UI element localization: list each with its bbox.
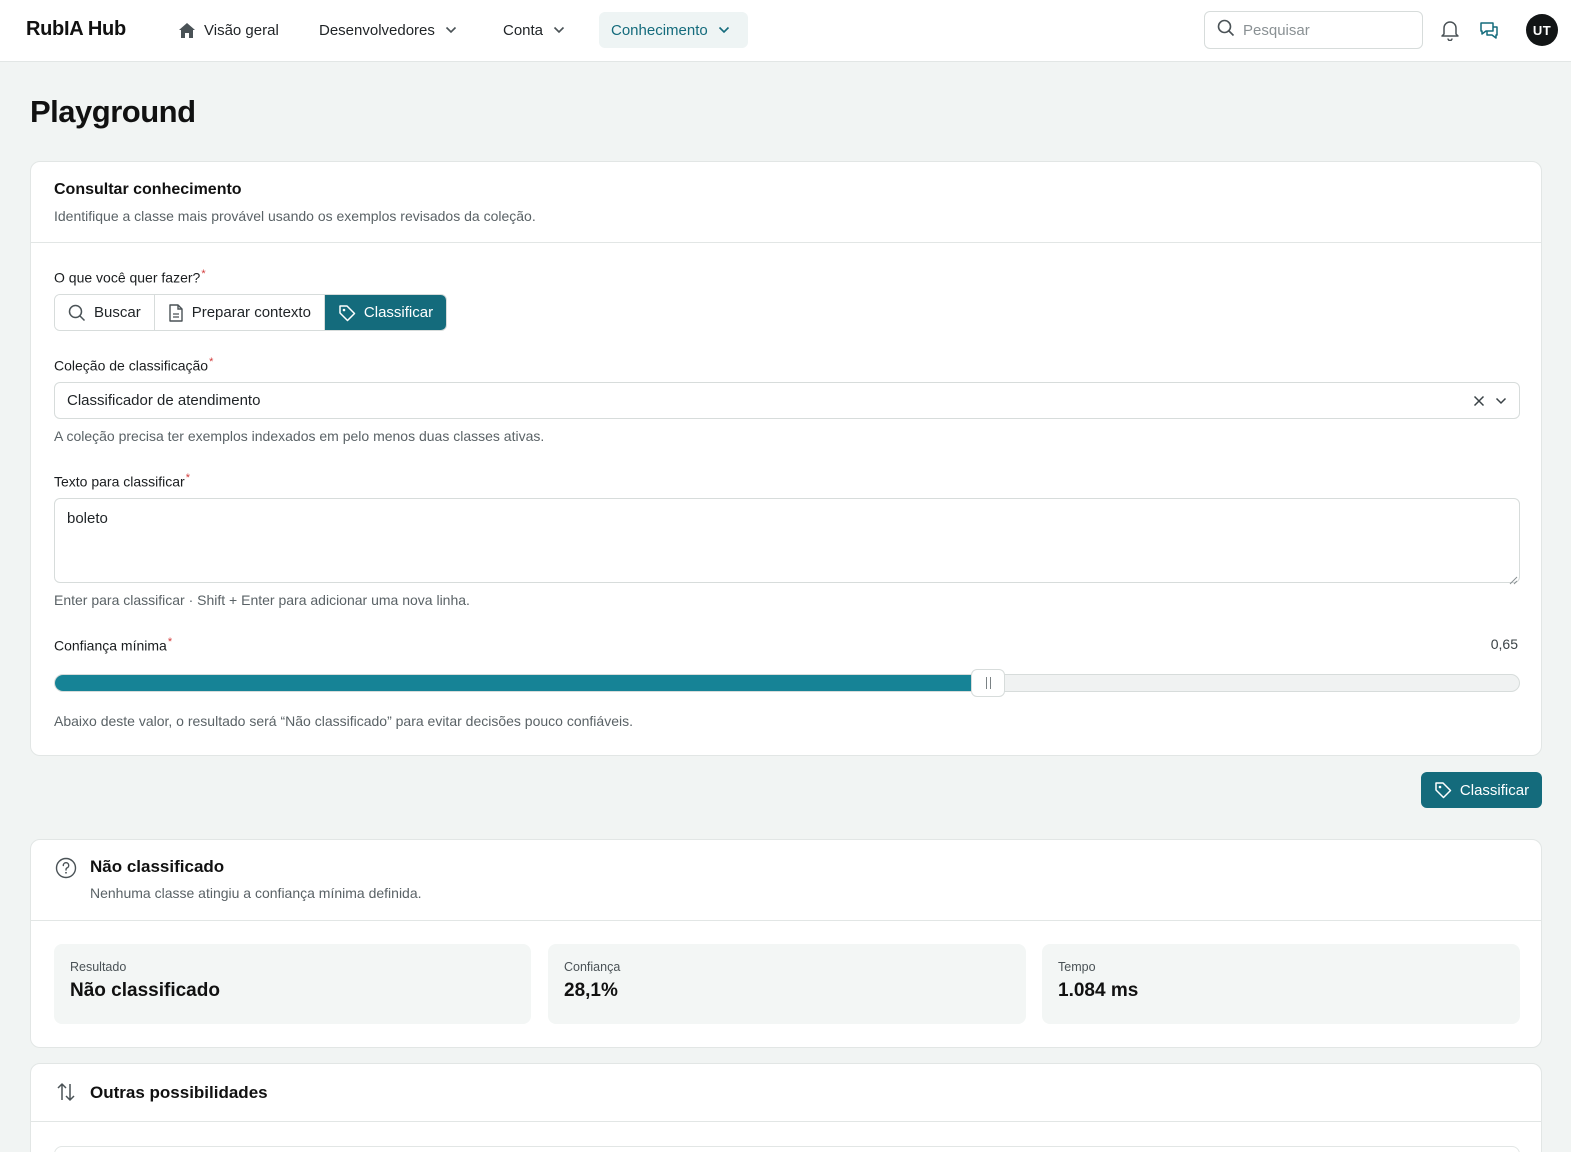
nav-item-knowledge-label: Conhecimento <box>611 21 708 39</box>
chat-icon[interactable] <box>1478 19 1500 41</box>
stat-label: Resultado <box>70 960 127 974</box>
bell-icon[interactable] <box>1440 19 1460 41</box>
classify-button-label: Classificar <box>1459 781 1530 799</box>
query-card: Consultar conhecimento Identifique a cla… <box>30 161 1542 756</box>
stat-value: 28,1% <box>564 980 618 1001</box>
chevron-down-icon <box>553 26 565 34</box>
page-title: Playground <box>30 94 196 129</box>
stat-value: Não classificado <box>70 980 220 1001</box>
tag-icon <box>339 304 356 321</box>
chevron-down-icon <box>445 26 457 34</box>
collection-label: Coleção de classificação* <box>54 356 213 374</box>
action-segmented-control: Buscar Preparar contexto Classificar <box>54 294 448 331</box>
collection-select-value: Classificador de atendimento <box>67 392 261 409</box>
text-hint: Enter para classificar · Shift + Enter p… <box>54 592 470 608</box>
card-title: Consultar conhecimento <box>54 181 242 198</box>
confidence-slider-handle[interactable] <box>971 669 1005 697</box>
action-option-classify[interactable]: Classificar <box>324 295 447 330</box>
required-mark: * <box>209 356 214 368</box>
action-label-text: O que você quer fazer? <box>54 269 201 286</box>
stat-label: Confiança <box>564 960 621 974</box>
sort-arrows-icon <box>55 1081 77 1108</box>
nav-item-overview-label: Visão geral <box>204 21 279 39</box>
confidence-slider-fill <box>55 675 988 691</box>
stat-result: Resultado Não classificado <box>54 944 531 1024</box>
resize-handle-icon[interactable] <box>1509 572 1518 590</box>
query-card-header: Consultar conhecimento Identifique a cla… <box>31 162 1541 243</box>
result-card-header: Não classificado Nenhuma classe atingiu … <box>31 840 1541 921</box>
required-mark: * <box>185 472 190 484</box>
other-possibilities-header: Outras possibilidades <box>31 1064 1541 1122</box>
collection-hint: A coleção precisa ter exemplos indexados… <box>54 428 545 444</box>
top-navigation-bar: RubIA Hub Visão geral Desenvolvedores Co… <box>0 0 1571 62</box>
nav-item-account-label: Conta <box>503 21 544 39</box>
classify-button[interactable]: Classificar <box>1421 772 1542 808</box>
result-title: Não classificado <box>90 857 225 876</box>
confidence-hint: Abaixo deste valor, o resultado será “Nã… <box>54 713 633 729</box>
action-option-label: Classificar <box>363 304 434 321</box>
chevron-down-icon <box>718 26 730 34</box>
avatar[interactable]: UT <box>1526 14 1558 46</box>
search-icon <box>68 304 86 321</box>
required-mark: * <box>201 268 206 280</box>
other-possibilities-title: Outras possibilidades <box>90 1083 268 1102</box>
stat-label: Tempo <box>1058 960 1096 974</box>
action-option-label: Preparar contexto <box>191 304 311 321</box>
confidence-value: 0,65 <box>1490 636 1518 652</box>
collection-label-text: Coleção de classificação <box>54 357 209 374</box>
confidence-label: Confiança mínima* <box>54 636 172 654</box>
result-subtitle: Nenhuma classe atingiu a confiança mínim… <box>90 885 422 901</box>
action-option-prepare-context[interactable]: Preparar contexto <box>154 295 325 330</box>
stat-confidence: Confiança 28,1% <box>548 944 1026 1024</box>
possibility-item <box>54 1146 1520 1152</box>
stat-value: 1.084 ms <box>1058 980 1139 1001</box>
document-icon <box>168 303 183 322</box>
action-option-search[interactable]: Buscar <box>55 295 155 330</box>
search-icon <box>1217 19 1235 42</box>
action-option-label: Buscar <box>94 304 141 321</box>
nav-item-account[interactable]: Conta <box>491 12 577 48</box>
text-label: Texto para classificar* <box>54 472 190 490</box>
text-label-text: Texto para classificar <box>54 473 185 490</box>
classify-text-input[interactable] <box>54 498 1520 583</box>
nav-item-overview[interactable]: Visão geral <box>166 12 291 48</box>
home-icon <box>178 22 196 39</box>
help-circle-icon <box>55 857 77 884</box>
confidence-label-text: Confiança mínima <box>54 637 167 654</box>
confidence-slider[interactable] <box>54 669 1520 697</box>
stat-time: Tempo 1.084 ms <box>1042 944 1520 1024</box>
required-mark: * <box>167 636 173 648</box>
search-input[interactable] <box>1243 21 1403 39</box>
collection-select[interactable]: Classificador de atendimento <box>54 382 1520 419</box>
chevron-down-icon[interactable] <box>1495 394 1507 411</box>
card-subtitle: Identifique a classe mais provável usand… <box>54 208 536 224</box>
action-label: O que você quer fazer?* <box>54 268 206 286</box>
other-possibilities-card: Outras possibilidades <box>30 1063 1542 1152</box>
search-box[interactable] <box>1204 11 1423 49</box>
result-card: Não classificado Nenhuma classe atingiu … <box>30 839 1542 1048</box>
nav-item-knowledge[interactable]: Conhecimento <box>599 12 748 48</box>
nav-item-developers-label: Desenvolvedores <box>319 21 435 39</box>
brand-logo[interactable]: RubIA Hub <box>26 18 126 41</box>
clear-icon[interactable] <box>1473 394 1485 411</box>
tag-icon <box>1435 782 1452 799</box>
nav-item-developers[interactable]: Desenvolvedores <box>307 12 469 48</box>
